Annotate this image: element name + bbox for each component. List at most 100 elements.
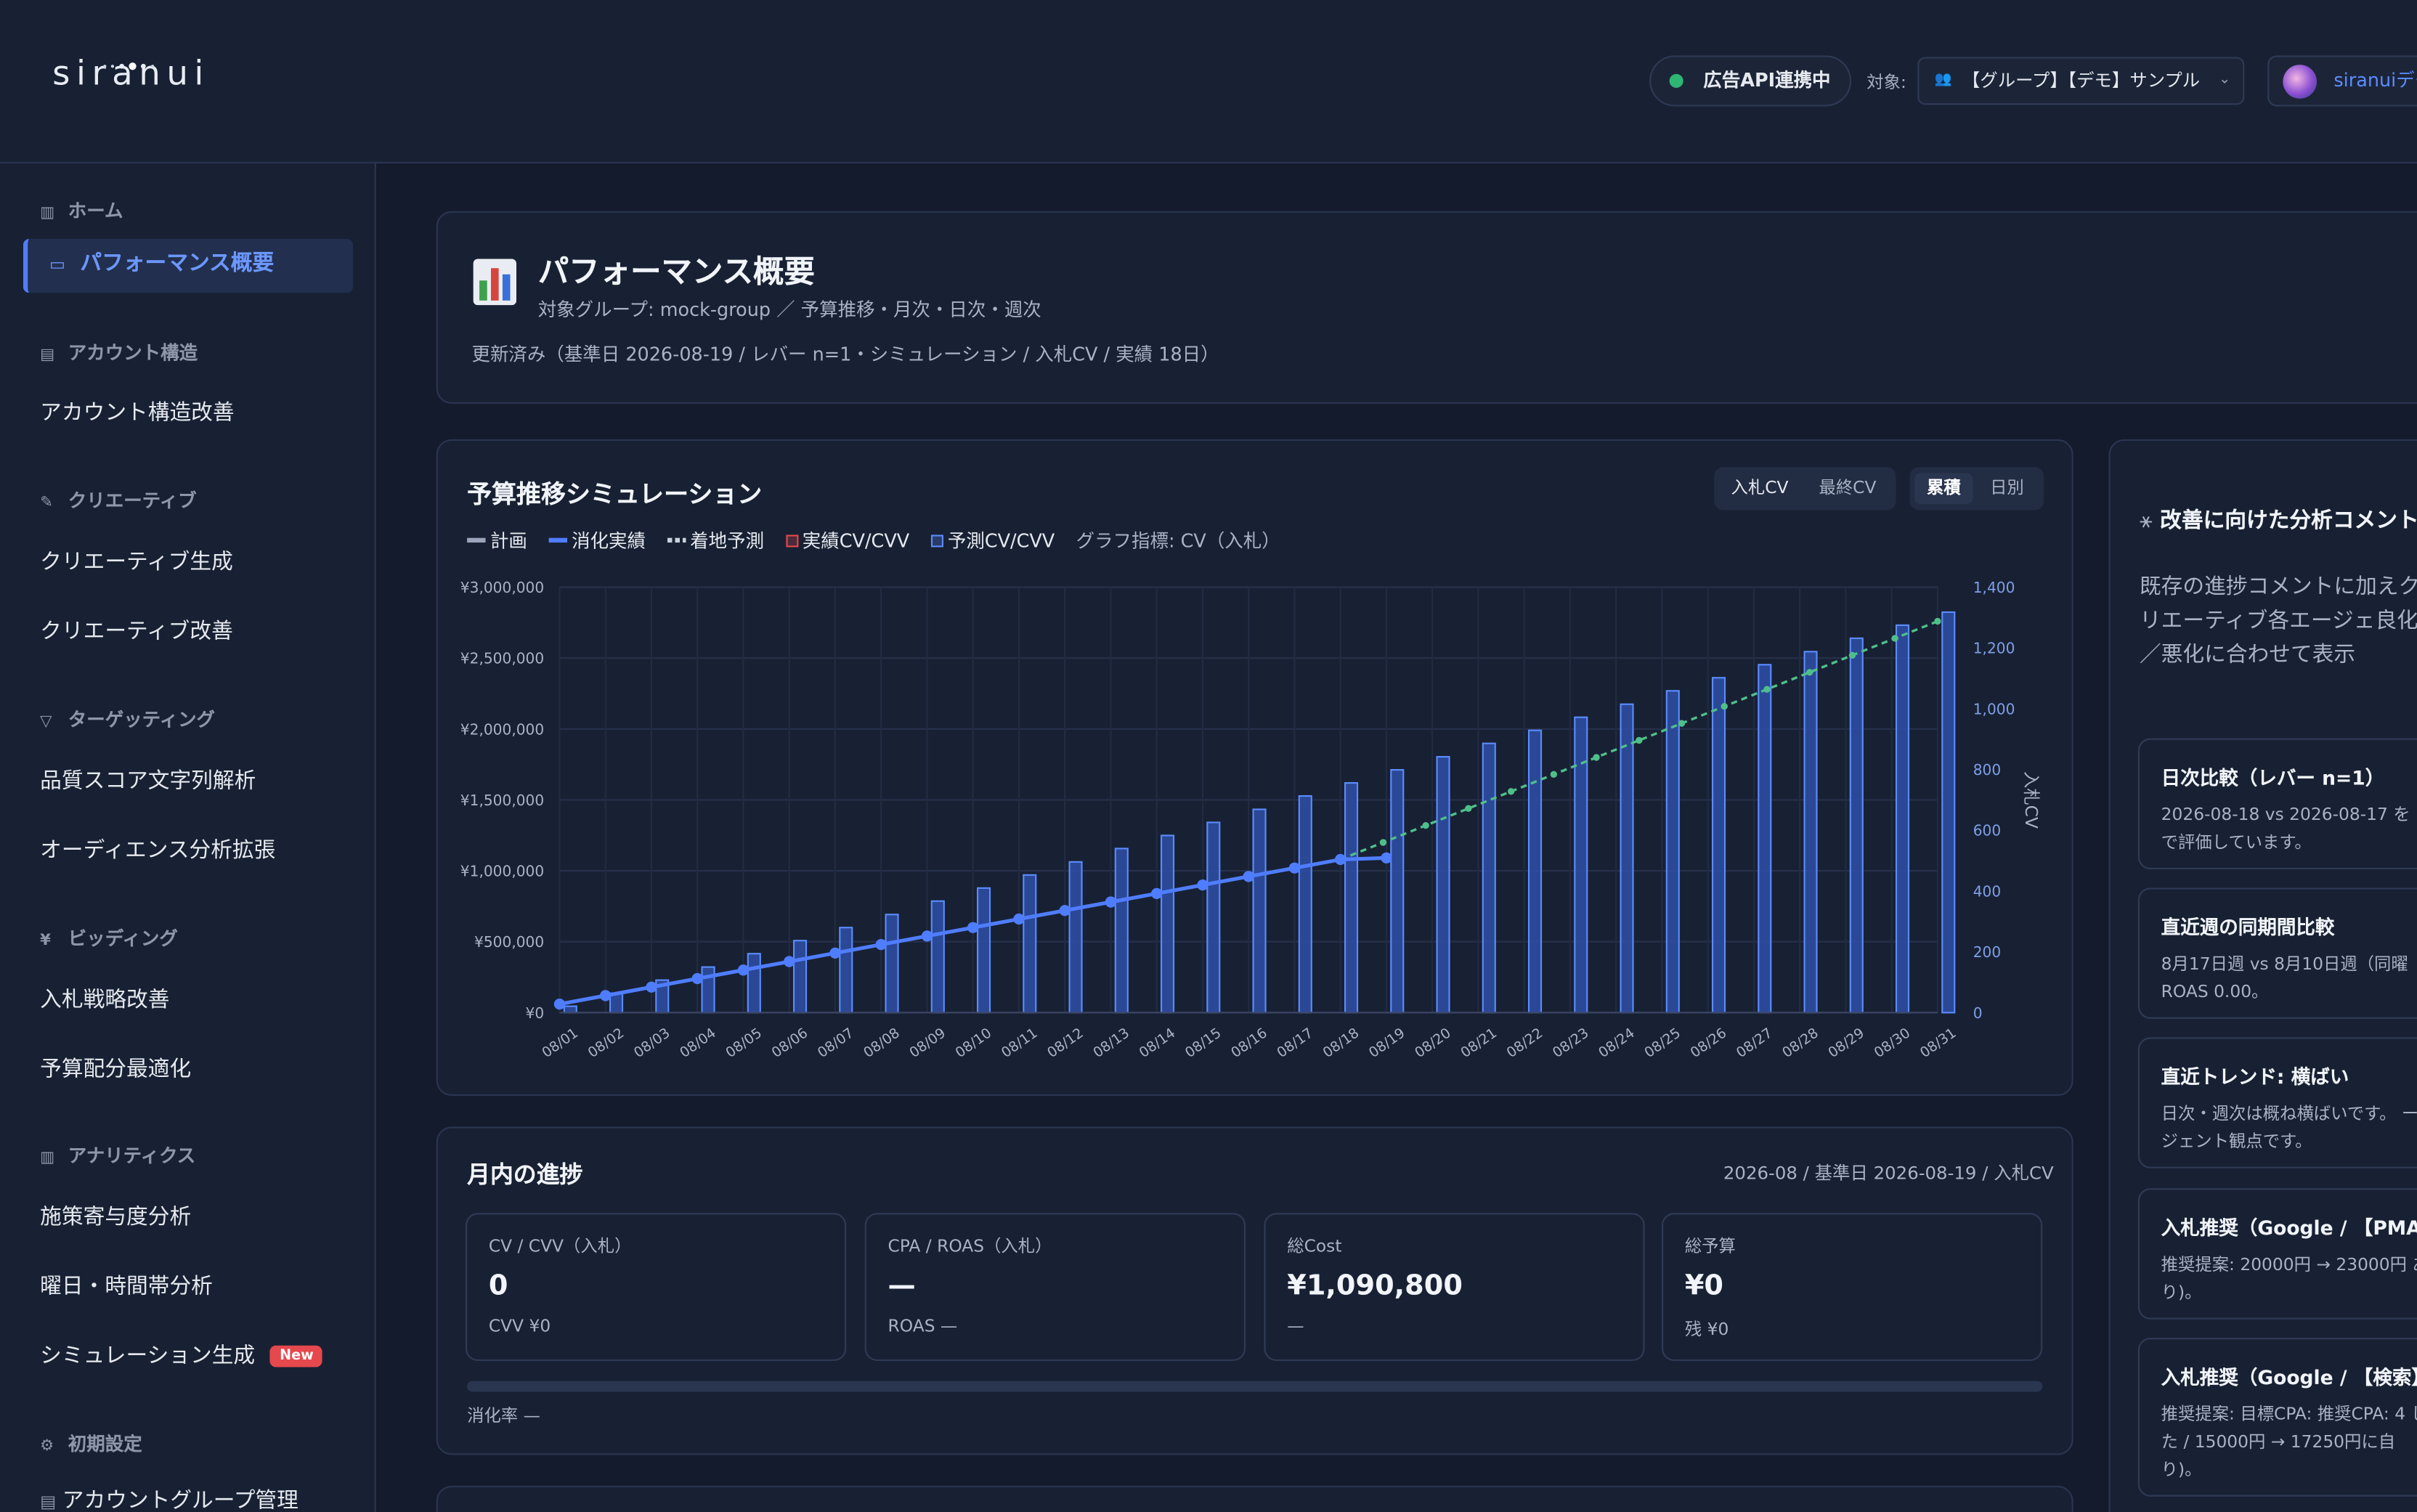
analysis-card-body: 8月17日週 vs 8月10日週（同曜 ROAS 0.00。 [2161,954,2408,1002]
analysis-card-title: 入札推奨（Google / 【検索】 [2161,1365,2417,1389]
cv-forecast-bar [1023,874,1037,1014]
analysis-card-trend[interactable]: 直近トレンド: 横ばい 日次・週次は概ね横ばいです。 ージェント観点です。 [2137,1037,2417,1168]
landing-forecast-point [1763,686,1771,693]
cv-forecast-bar [1941,611,1956,1014]
actual-spend-point [1151,887,1163,899]
kpi-card-budget: 総予算 ¥0 残 ¥0 [1662,1213,2043,1362]
cv-forecast-bar [793,940,808,1014]
avatar [2283,65,2318,99]
x-tick-label: 08/26 [1687,1025,1729,1061]
x-tick-label: 08/09 [906,1025,948,1061]
sidebar-item-label: シミュレーション生成 [40,1344,256,1369]
kpi-card-cpa: CPA / ROAS（入札） — ROAS — [864,1213,1246,1362]
building-icon: ▤ [40,1492,57,1512]
sidebar-item-performance-overview[interactable]: ▭ パフォーマンス概要 [23,238,354,293]
x-tick-label: 08/12 [1044,1025,1086,1061]
cv-forecast-bar [1298,794,1312,1014]
sidebar-item-creative-improve[interactable]: クリエーティブ改善 [40,615,233,646]
cv-forecast-bar [1527,729,1543,1014]
sidebar-item-simulation-generate[interactable]: シミュレーション生成 New [40,1339,323,1370]
analysis-card-title: 日次比較（レバー n=1） [2161,765,2385,789]
budget-simulation-chart: ¥0 ¥500,000 ¥1,000,000 ¥1,500,000 ¥2,000,000… [460,579,2042,1061]
actual-spend-point [921,930,933,942]
x-tick-label: 08/20 [1412,1025,1454,1061]
user-menu[interactable]: siranuiデモ [2267,55,2417,107]
x-tick-label: 08/19 [1365,1025,1407,1061]
x-tick-label: 08/16 [1228,1025,1270,1061]
actual-spend-point [1105,896,1117,908]
cv-forecast-bar [1620,703,1634,1014]
cv-forecast-bar [976,887,991,1014]
x-tick-label: 08/02 [585,1025,627,1061]
sidebar-section-home: ▥ ホーム [40,200,123,222]
bar-chart-icon: ▥ [40,1150,55,1167]
monitor-icon: ▭ [49,254,66,275]
x-tick-label: 08/30 [1871,1025,1913,1061]
analysis-card-bid-pmax[interactable]: 入札推奨（Google / 【PMAX 推奨提案: 20000円 → 23000… [2137,1188,2417,1320]
analysis-card-title: 直近週の同期間比較 [2161,915,2335,939]
cv-forecast-bar [1206,821,1221,1014]
cv-forecast-bar [563,1005,577,1014]
actual-spend-point [967,922,979,933]
y-tick-label: ¥1,000,000 [460,863,544,880]
x-tick-label: 08/06 [768,1025,811,1061]
sidebar-item-account-group-management[interactable]: ▤ アカウントグループ管理 [40,1484,298,1512]
analysis-card-daily[interactable]: 日次比較（レバー n=1） 2026-08-18 vs 2026-08-17 を… [2137,738,2417,869]
x-tick-label: 08/27 [1733,1025,1775,1061]
progress-title: 月内の進捗 [467,1161,583,1189]
cv-forecast-bar [1160,834,1175,1014]
actual-spend-point [1243,871,1254,882]
legend-plan: 計画 [467,527,527,553]
landing-forecast-point [1550,771,1558,779]
bar-chart-emoji-icon [473,259,517,306]
api-status-text: 広告API連携中 [1703,69,1831,92]
analysis-title: ⚹ 改善に向けた分析コメント [2139,508,2417,534]
landing-forecast-point [1507,788,1515,795]
sidebar-item-weekday-time-analysis[interactable]: 曜日・時間帯分析 [40,1270,213,1301]
x-tick-label: 08/29 [1825,1025,1867,1061]
sidebar-item-account-structure-improve[interactable]: アカウント構造改善 [40,396,234,426]
consumption-progress-bar [467,1381,2043,1392]
sidebar-item-bid-strategy[interactable]: 入札戦略改善 [40,983,169,1014]
sidebar-item-creative-generate[interactable]: クリエーティブ生成 [40,545,233,576]
toggle-daily[interactable]: 日別 [1978,473,2036,504]
sidebar-item-quality-score[interactable]: 品質スコア文字列解析 [40,765,256,795]
new-badge: New [270,1345,323,1367]
actual-spend-point [1059,905,1071,916]
sidebar-item-audience-analysis[interactable]: オーディエンス分析拡張 [40,834,275,864]
analysis-card-body: 推奨提案: 20000円 → 23000円 あり)。 [2161,1254,2417,1303]
target-group-select[interactable]: 👥 【グループ】【デモ】サンプル ⌄ [1917,57,2245,105]
api-status-pill[interactable]: 広告API連携中 [1649,55,1851,107]
actual-spend-point [784,956,795,967]
analysis-card-bid-search[interactable]: 入札推奨（Google / 【検索】 推奨提案: 目標CPA: 推奨CPA: 4… [2137,1338,2417,1497]
actual-spend-point [600,990,612,1001]
x-tick-label: 08/17 [1274,1025,1316,1061]
legend-forecast-cv: 予測CV/CVV [930,527,1055,553]
kpi-sub: CVV ¥0 [488,1316,551,1337]
mode-toggle: 累積 日別 [1909,467,2044,511]
cv-forecast-bar [1849,637,1864,1014]
toggle-cumulative[interactable]: 累積 [1914,473,1973,504]
x-tick-label: 08/04 [677,1025,719,1061]
toggle-bid-cv[interactable]: 入札CV [1719,473,1801,504]
cv-forecast-bar [1068,861,1083,1014]
sidebar-item-budget-allocation[interactable]: 予算配分最適化 [40,1053,191,1084]
sidebar-section-creative: ✎ クリエーティブ [40,489,197,512]
x-tick-label: 08/05 [723,1025,765,1061]
sidebar-item-contribution-analysis[interactable]: 施策寄与度分析 [40,1200,191,1231]
analysis-card-weekly[interactable]: 直近週の同期間比較 8月17日週 vs 8月10日週（同曜 ROAS 0.00。 [2137,887,2417,1019]
y2-tick-label: 1,200 [1973,640,2015,657]
y2-tick-label: 0 [1973,1004,1983,1022]
progress-meta: 2026-08 / 基準日 2026-08-19 / 入札CV [1723,1162,2054,1184]
top-bar: siranui 広告API連携中 対象: 👥 【グループ】【デモ】サンプル ⌄ … [0,0,2417,163]
sidebar-section-targeting: ▽ ターゲッティング [40,709,216,731]
actual-spend-point [1013,913,1025,925]
legend-actual-spend: 消化実績 [548,527,646,553]
toggle-final-cv[interactable]: 最終CV [1807,473,1889,504]
x-tick-label: 08/08 [861,1025,903,1061]
page-subtitle: 対象グループ: mock-group ／ 予算推移・月次・日次・週次 [537,298,1041,321]
target-label: 対象: [1866,72,1906,93]
next-panel [436,1485,2073,1512]
x-tick-label: 08/18 [1320,1025,1362,1061]
y-tick-label: ¥0 [526,1004,545,1022]
